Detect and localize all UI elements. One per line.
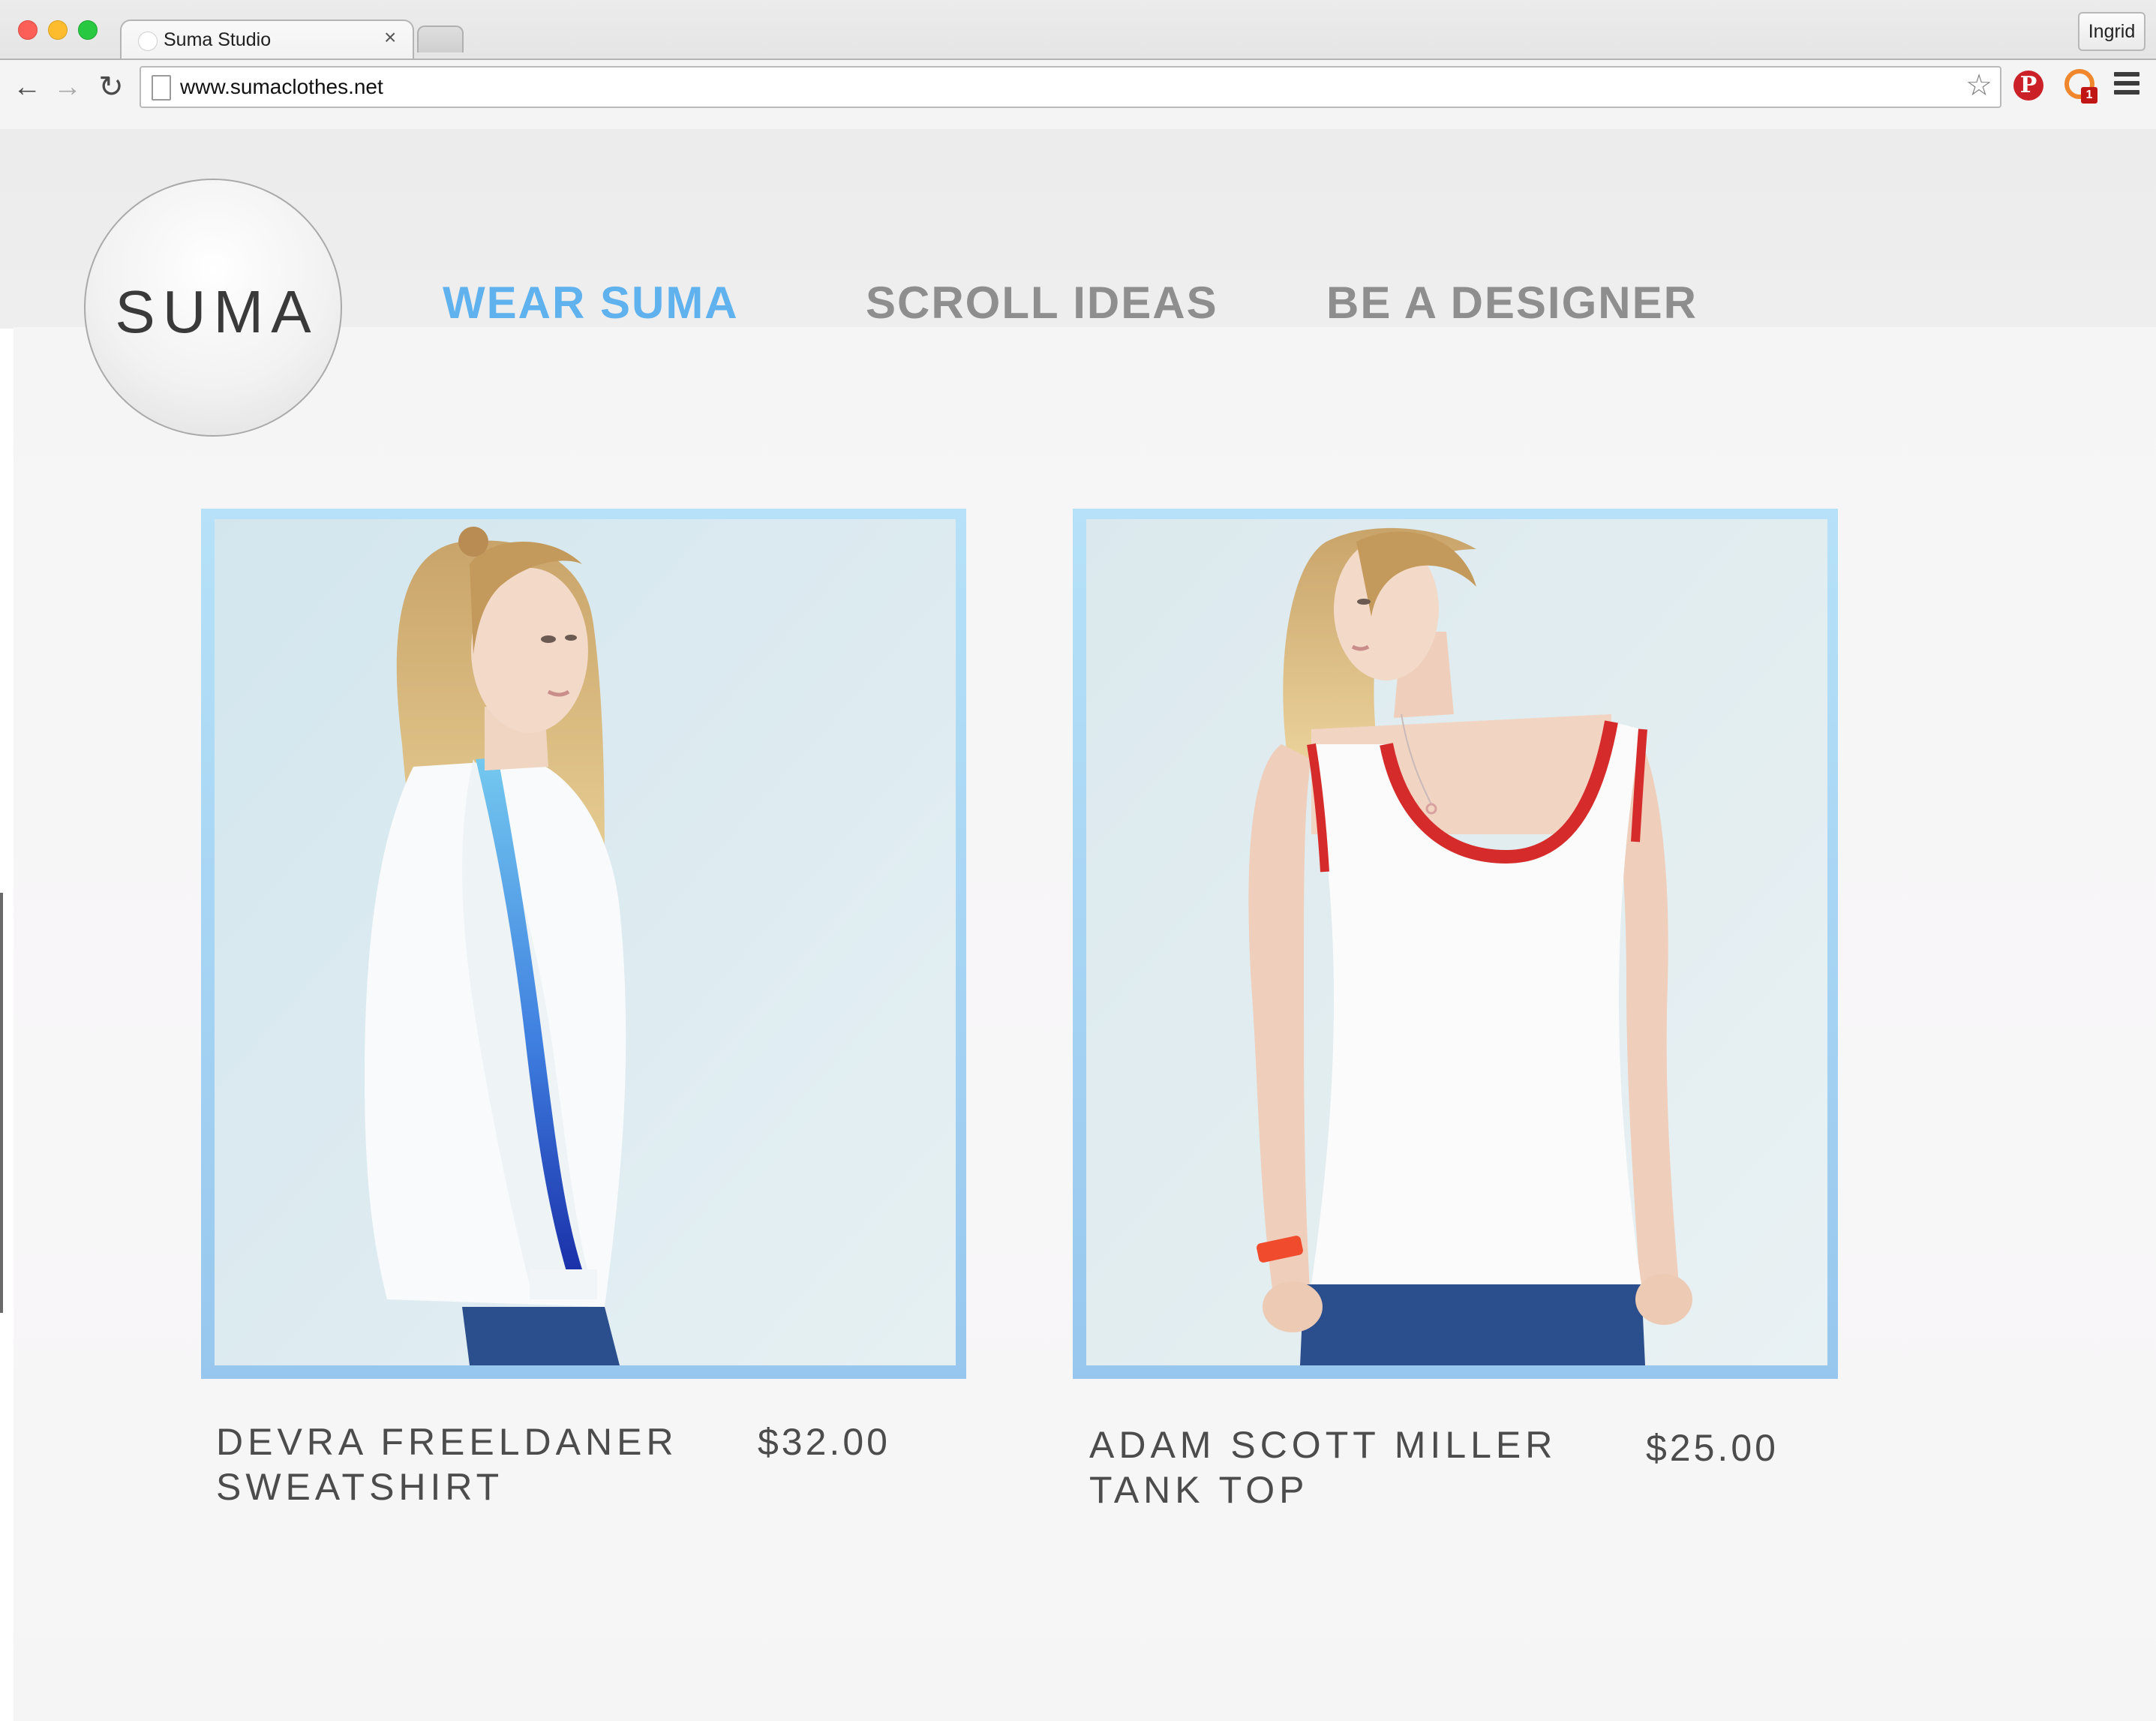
nav-be-a-designer[interactable]: BE A DESIGNER (1326, 281, 1698, 326)
pinterest-icon[interactable]: P (2013, 71, 2043, 101)
minimize-window-button[interactable] (48, 20, 68, 40)
product-price: $25.00 (1646, 1427, 1779, 1469)
product-image-frame[interactable] (1073, 509, 1838, 1379)
reload-icon[interactable]: ↻ (95, 71, 128, 104)
product-photo-sweatshirt (215, 519, 956, 1365)
star-icon[interactable]: ☆ (1965, 71, 1992, 101)
address-bar[interactable]: www.sumaclothes.net ☆ (140, 66, 2001, 108)
extension-badge: 1 (2081, 87, 2097, 104)
forward-arrow-icon[interactable]: → (51, 71, 84, 104)
logo-text: SUMA (115, 278, 319, 345)
close-window-button[interactable] (18, 20, 38, 40)
browser-tab[interactable]: Suma Studio × (120, 20, 414, 60)
product-photo-tank-top (1086, 519, 1827, 1365)
product-name[interactable]: TANK TOP (1089, 1467, 1309, 1512)
profile-button[interactable]: Ingrid (2078, 12, 2145, 51)
page-icon (152, 75, 171, 101)
nav-scroll-ideas[interactable]: SCROLL IDEAS (866, 281, 1218, 326)
browser-chrome: Suma Studio × Ingrid ← → ↻ www.sumacloth… (0, 0, 2156, 131)
zoom-window-button[interactable] (78, 20, 98, 40)
tab-close-icon[interactable]: × (384, 26, 396, 49)
browser-toolbar: ← → ↻ www.sumaclothes.net ☆ P 1 (0, 59, 2156, 131)
back-arrow-icon[interactable]: ← (11, 71, 44, 104)
nav-wear-suma[interactable]: WEAR SUMA (443, 281, 739, 326)
left-edge-divider (0, 893, 3, 1313)
new-tab-button[interactable] (417, 26, 464, 53)
site-logo[interactable]: SUMA (84, 179, 342, 437)
menu-icon[interactable] (2114, 72, 2139, 98)
favicon-icon (138, 32, 158, 51)
web-page: SUMA WEAR SUMA SCROLL IDEAS BE A DESIGNE… (0, 129, 2156, 1721)
product-price: $32.00 (758, 1421, 890, 1463)
product-image-frame[interactable] (201, 509, 966, 1379)
url-text[interactable]: www.sumaclothes.net (180, 75, 383, 99)
product-name[interactable]: SWEATSHIRT (216, 1464, 503, 1509)
product-name[interactable]: DEVRA FREELDANER (216, 1419, 678, 1464)
product-name[interactable]: ADAM SCOTT MILLER (1089, 1422, 1557, 1467)
tab-title: Suma Studio (164, 29, 272, 50)
